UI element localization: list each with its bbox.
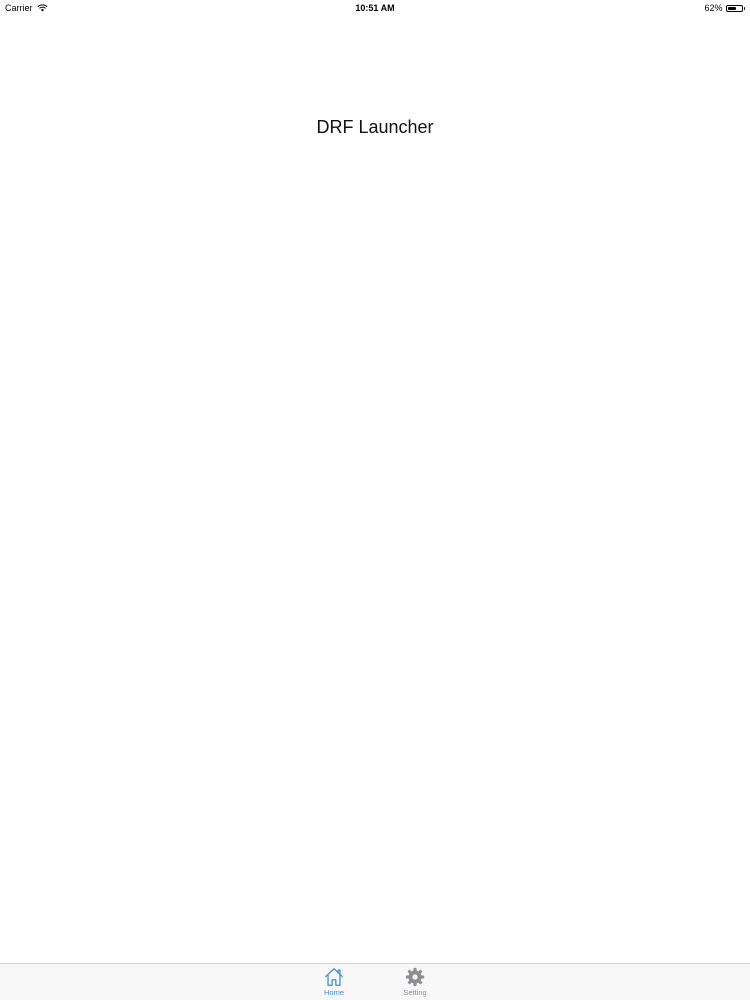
tab-setting[interactable]: Setting bbox=[385, 966, 445, 999]
house-icon bbox=[325, 968, 343, 986]
tab-setting-label: Setting bbox=[403, 988, 427, 997]
status-right: 62% bbox=[704, 3, 745, 13]
status-time: 10:51 AM bbox=[355, 3, 395, 13]
battery-icon bbox=[725, 4, 745, 12]
tab-bar: Home Setting bbox=[0, 963, 750, 1000]
battery-body bbox=[725, 4, 743, 12]
battery-tip bbox=[743, 6, 745, 10]
status-bar: Carrier 10:51 AM 62% bbox=[0, 0, 750, 16]
tab-home-label: Home bbox=[323, 988, 344, 997]
gear-icon bbox=[405, 967, 425, 987]
page-title: DRF Launcher bbox=[316, 117, 434, 137]
battery-percent: 62% bbox=[704, 3, 723, 13]
battery-fill bbox=[727, 6, 736, 10]
tab-home[interactable]: Home bbox=[304, 966, 364, 999]
